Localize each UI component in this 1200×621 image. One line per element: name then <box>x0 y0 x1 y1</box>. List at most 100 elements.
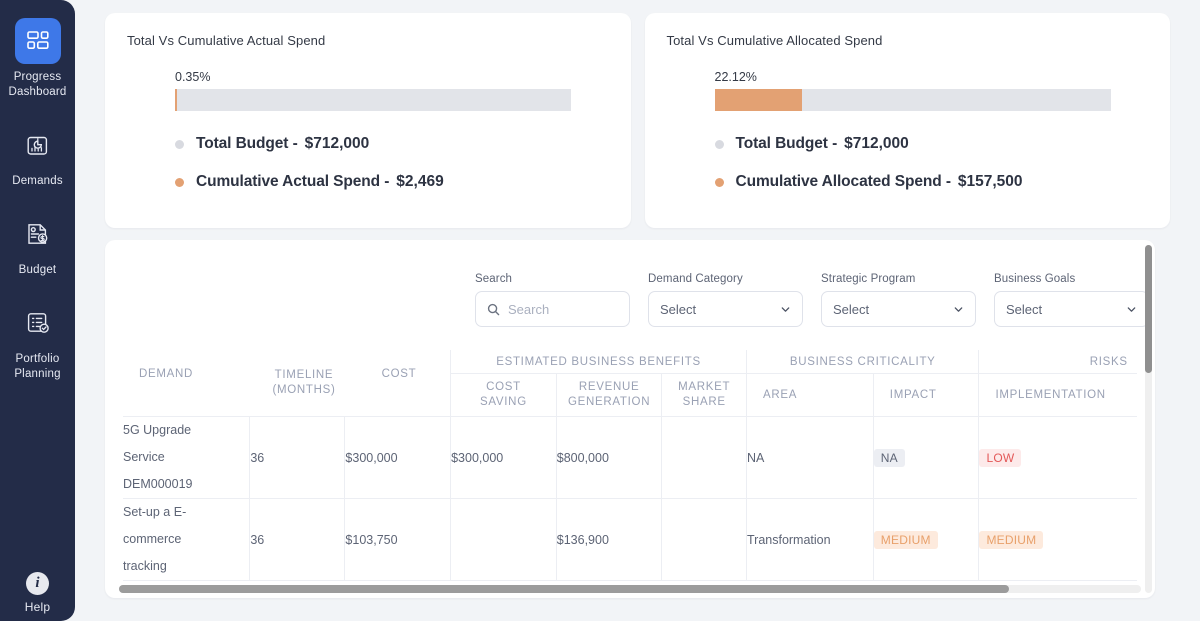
sidebar-item-portfolio-planning[interactable]: Portfolio Planning <box>0 300 75 382</box>
cell-cost: $300,000 <box>344 416 452 499</box>
legend-dot-icon <box>714 139 724 149</box>
filters-bar: Search Search Demand Category Select Str… <box>475 273 1149 327</box>
column-header-timeline[interactable]: TIMELINE (MONTHS) <box>259 368 349 398</box>
app-root: Progress Dashboard Demands Budget Portfo… <box>0 0 1200 621</box>
sidebar-item-demands[interactable]: Demands <box>0 122 75 189</box>
legend-value: $712,000 <box>844 135 909 152</box>
cell-implementation-risk: MEDIUM <box>978 498 1137 581</box>
sidebar-item-label: Progress Dashboard <box>8 71 67 98</box>
sidebar-item-help[interactable]: i Help <box>0 572 75 615</box>
sidebar: Progress Dashboard Demands Budget Portfo… <box>0 0 75 621</box>
business-goals-select[interactable]: Select <box>994 291 1149 327</box>
table-head: DEMAND TIMELINE (MONTHS) COST ESTIMATED B… <box>123 350 1137 417</box>
search-input[interactable]: Search <box>475 291 630 327</box>
cell-revenue-generation: $136,900 <box>555 498 663 581</box>
filter-label: Demand Category <box>648 273 743 285</box>
column-header-implementation[interactable]: IMPLEMENTATION <box>978 373 1137 417</box>
filter-label: Search <box>475 273 513 285</box>
chevron-down-icon <box>1127 306 1136 312</box>
sidebar-item-label: Portfolio Planning <box>14 353 61 380</box>
legend-value: $712,000 <box>304 135 370 152</box>
legend-label: Cumulative Allocated Spend - <box>735 173 951 190</box>
table-row[interactable]: 5G Upgrade Service DEM000019 36 $300,000… <box>123 416 1137 499</box>
legend-row-total-budget: Total Budget - $712,000 <box>714 135 1149 153</box>
search-placeholder: Search <box>508 301 550 317</box>
demands-chart-icon <box>15 122 61 168</box>
cell-timeline: 36 <box>249 498 346 581</box>
demand-category-select[interactable]: Select <box>648 291 803 327</box>
cell-market-share <box>661 498 747 581</box>
demands-table-panel: Search Search Demand Category Select Str… <box>105 240 1155 598</box>
progress-bar-track <box>175 89 571 111</box>
cell-demand: 5G Upgrade Service DEM000019 <box>123 416 251 499</box>
legend-dot-icon <box>714 177 724 187</box>
column-header-impact[interactable]: IMPACT <box>872 373 980 417</box>
cell-timeline: 36 <box>249 416 346 499</box>
legend-row-cumulative-allocated-spend: Cumulative Allocated Spend - $157,500 <box>714 173 1149 191</box>
cell-implementation-risk: LOW <box>978 416 1137 499</box>
cell-impact: MEDIUM <box>872 498 980 581</box>
card-title: Total Vs Cumulative Allocated Spend <box>666 33 883 48</box>
demand-id: DEM000019 <box>123 477 193 491</box>
select-value: Select <box>833 301 870 317</box>
implementation-risk-badge: LOW <box>979 448 1022 467</box>
progress-bar-fill <box>714 89 803 111</box>
sidebar-item-label: Help <box>24 600 51 614</box>
impact-badge: NA <box>873 448 905 467</box>
progress-bar-fill <box>175 89 178 111</box>
implementation-risk-badge: MEDIUM <box>979 530 1044 549</box>
table-scroll-area[interactable]: DEMAND TIMELINE (MONTHS) COST ESTIMATED B… <box>123 350 1137 588</box>
card-total-vs-cumulative-actual-spend: Total Vs Cumulative Actual Spend 0.35% T… <box>105 13 631 228</box>
demand-name-line1: Set-up a E- <box>123 505 187 519</box>
cell-area: Transformation <box>745 498 874 581</box>
column-header-cost-saving[interactable]: COST SAVING <box>450 373 557 417</box>
impact-badge: MEDIUM <box>873 530 938 549</box>
progress-percent-label: 22.12% <box>714 70 757 84</box>
column-header-revenue-generation[interactable]: REVENUE GENERATION <box>555 373 663 417</box>
strategic-program-select[interactable]: Select <box>821 291 976 327</box>
legend-dot-icon <box>175 139 184 149</box>
horizontal-scrollbar-thumb[interactable] <box>119 585 1009 593</box>
legend-row-total-budget: Total Budget - $712,000 <box>175 135 609 153</box>
table-vertical-scrollbar[interactable] <box>1145 245 1152 593</box>
cell-revenue-generation: $800,000 <box>555 416 663 499</box>
search-icon <box>487 303 500 315</box>
filter-demand-category: Demand Category Select <box>648 273 803 327</box>
legend-label: Cumulative Actual Spend - <box>196 173 390 190</box>
portfolio-checklist-icon <box>15 300 61 346</box>
cell-area: NA <box>745 416 874 499</box>
sidebar-item-progress-dashboard[interactable]: Progress Dashboard <box>0 18 75 100</box>
cell-cost-saving <box>450 498 557 581</box>
progress-percent-row: 0.35% <box>127 68 609 84</box>
column-header-area[interactable]: AREA <box>745 373 874 417</box>
sidebar-item-label: Demands <box>12 175 63 187</box>
chevron-down-icon <box>954 306 963 312</box>
column-header-market-share[interactable]: MARKET SHARE <box>661 373 747 417</box>
column-header-cost[interactable]: COST <box>349 368 449 398</box>
spend-cards-row: Total Vs Cumulative Actual Spend 0.35% T… <box>105 13 1170 228</box>
dashboard-grid-icon <box>14 18 61 64</box>
vertical-scrollbar-thumb[interactable] <box>1145 245 1152 373</box>
demand-name-line2: Service <box>123 450 165 464</box>
group-header-business-criticality: BUSINESS CRITICALITY <box>745 350 980 374</box>
table-horizontal-scrollbar[interactable] <box>119 585 1141 593</box>
group-header-blank: DEMAND TIMELINE (MONTHS) COST <box>123 350 452 417</box>
info-circle-icon: i <box>26 572 49 595</box>
select-value: Select <box>1006 301 1043 317</box>
chevron-down-icon <box>781 306 790 312</box>
table-body: 5G Upgrade Service DEM000019 36 $300,000… <box>123 416 1137 581</box>
group-header-risks: RISKS <box>978 350 1137 374</box>
cell-market-share <box>661 416 747 499</box>
card-total-vs-cumulative-allocated-spend: Total Vs Cumulative Allocated Spend 22.1… <box>644 13 1170 228</box>
table-row[interactable]: Set-up a E- commerce tracking 36 $103,75… <box>123 498 1137 581</box>
filter-label: Business Goals <box>994 273 1076 285</box>
legend-dot-icon <box>175 177 184 187</box>
cell-cost-saving: $300,000 <box>450 416 557 499</box>
sidebar-item-budget[interactable]: Budget <box>0 211 75 278</box>
sidebar-item-label: Budget <box>18 264 57 276</box>
demands-table: DEMAND TIMELINE (MONTHS) COST ESTIMATED B… <box>123 350 1137 581</box>
column-header-demand[interactable]: DEMAND <box>123 368 259 398</box>
demand-name-line1: 5G Upgrade <box>123 423 192 437</box>
cell-impact: NA <box>872 416 980 499</box>
legend-label: Total Budget - <box>196 135 298 152</box>
